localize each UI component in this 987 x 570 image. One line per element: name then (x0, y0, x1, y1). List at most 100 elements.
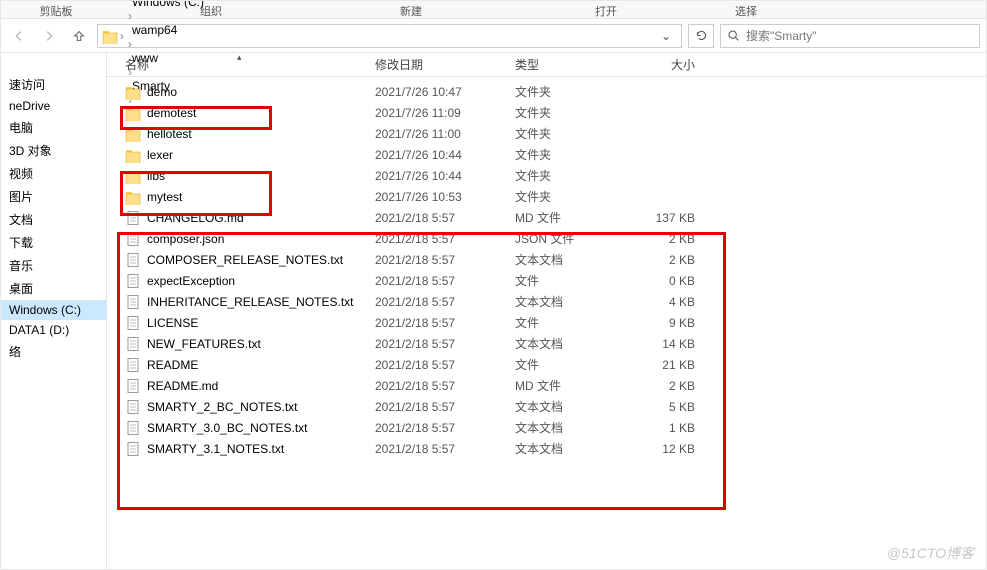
file-row[interactable]: LICENSE2021/2/18 5:57文件9 KB (107, 312, 986, 333)
nav-item[interactable]: 电脑 (1, 116, 106, 139)
col-size[interactable]: 大小 (627, 56, 707, 73)
col-type[interactable]: 类型 (515, 56, 627, 73)
file-date: 2021/7/26 10:44 (375, 148, 515, 162)
address-dropdown-button[interactable]: ⌄ (655, 29, 677, 43)
nav-forward-button[interactable] (37, 24, 61, 48)
file-size: 4 KB (627, 295, 707, 309)
address-bar[interactable]: › 此电脑›Windows (C:)›wamp64›www›Smarty› ⌄ (97, 24, 682, 48)
search-placeholder: 搜索"Smarty" (746, 27, 817, 44)
nav-item[interactable]: 桌面 (1, 277, 106, 300)
file-size: 0 KB (627, 274, 707, 288)
file-type: 文件夹 (515, 83, 627, 100)
nav-item[interactable]: 速访问 (1, 73, 106, 96)
file-icon (125, 399, 141, 415)
file-date: 2021/2/18 5:57 (375, 400, 515, 414)
folder-icon (125, 105, 141, 121)
file-row[interactable]: README.md2021/2/18 5:57MD 文件2 KB (107, 375, 986, 396)
file-row[interactable]: INHERITANCE_RELEASE_NOTES.txt2021/2/18 5… (107, 291, 986, 312)
nav-item[interactable]: 图片 (1, 185, 106, 208)
file-name: mytest (147, 190, 182, 204)
file-type: 文本文档 (515, 440, 627, 457)
file-name: NEW_FEATURES.txt (147, 337, 261, 351)
breadcrumb-item[interactable]: Windows (C:) (126, 0, 210, 9)
nav-back-button[interactable] (7, 24, 31, 48)
file-name: README (147, 358, 198, 372)
address-bar-row: › 此电脑›Windows (C:)›wamp64›www›Smarty› ⌄ … (1, 19, 986, 53)
file-size: 2 KB (627, 253, 707, 267)
file-type: MD 文件 (515, 377, 627, 394)
file-type: 文本文档 (515, 419, 627, 436)
nav-tree[interactable]: 速访问neDrive电脑3D 对象视频图片文档下载音乐桌面Windows (C:… (1, 53, 107, 570)
chevron-right-icon: › (118, 29, 126, 43)
nav-item[interactable]: 络 (1, 340, 106, 363)
file-icon (125, 441, 141, 457)
file-name: hellotest (147, 127, 192, 141)
nav-item[interactable]: 3D 对象 (1, 139, 106, 162)
col-date[interactable]: 修改日期 (375, 56, 515, 73)
ribbon-open: 打开 (511, 1, 701, 18)
nav-item[interactable]: DATA1 (D:) (1, 320, 106, 340)
file-row[interactable]: SMARTY_2_BC_NOTES.txt2021/2/18 5:57文本文档5… (107, 396, 986, 417)
file-row[interactable]: hellotest 2021/7/26 11:00文件夹 (107, 123, 986, 144)
file-type: 文本文档 (515, 293, 627, 310)
file-icon (125, 315, 141, 331)
file-row[interactable]: COMPOSER_RELEASE_NOTES.txt2021/2/18 5:57… (107, 249, 986, 270)
file-row[interactable]: SMARTY_3.1_NOTES.txt2021/2/18 5:57文本文档12… (107, 438, 986, 459)
file-row[interactable]: README2021/2/18 5:57文件21 KB (107, 354, 986, 375)
file-row[interactable]: expectException2021/2/18 5:57文件0 KB (107, 270, 986, 291)
file-type: 文本文档 (515, 335, 627, 352)
column-headers[interactable]: ▴ 名称 修改日期 类型 大小 (107, 53, 986, 77)
folder-icon (125, 147, 141, 163)
nav-item[interactable]: 视频 (1, 162, 106, 185)
folder-icon (125, 189, 141, 205)
file-icon (125, 378, 141, 394)
file-icon (125, 420, 141, 436)
file-size: 1 KB (627, 421, 707, 435)
file-name: libs (147, 169, 165, 183)
file-date: 2021/7/26 11:00 (375, 127, 515, 141)
file-name: demotest (147, 106, 196, 120)
file-row[interactable]: NEW_FEATURES.txt 2021/2/18 5:57文本文档14 KB (107, 333, 986, 354)
file-date: 2021/7/26 10:53 (375, 190, 515, 204)
file-type: 文件夹 (515, 146, 627, 163)
file-row[interactable]: libs2021/7/26 10:44文件夹 (107, 165, 986, 186)
file-type: 文本文档 (515, 251, 627, 268)
file-icon (125, 252, 141, 268)
file-size: 21 KB (627, 358, 707, 372)
file-name: README.md (147, 379, 218, 393)
file-size: 12 KB (627, 442, 707, 456)
file-row[interactable]: lexer2021/7/26 10:44文件夹 (107, 144, 986, 165)
file-date: 2021/2/18 5:57 (375, 337, 515, 351)
nav-item[interactable]: 下载 (1, 231, 106, 254)
nav-item[interactable]: neDrive (1, 96, 106, 116)
nav-up-button[interactable] (67, 24, 91, 48)
chevron-right-icon: › (126, 9, 134, 23)
file-size: 137 KB (627, 211, 707, 225)
nav-item[interactable]: 文档 (1, 208, 106, 231)
file-date: 2021/2/18 5:57 (375, 232, 515, 246)
nav-item[interactable]: 音乐 (1, 254, 106, 277)
breadcrumb-item[interactable]: wamp64 (126, 23, 210, 37)
search-input[interactable]: 搜索"Smarty" (720, 24, 980, 48)
file-row[interactable]: demotest2021/7/26 11:09文件夹 (107, 102, 986, 123)
refresh-button[interactable] (688, 24, 714, 48)
file-row[interactable]: SMARTY_3.0_BC_NOTES.txt2021/2/18 5:57文本文… (107, 417, 986, 438)
file-row[interactable]: mytest2021/7/26 10:53文件夹 (107, 186, 986, 207)
file-row[interactable]: composer.json2021/2/18 5:57JSON 文件2 KB (107, 228, 986, 249)
col-name[interactable]: 名称 (125, 56, 375, 73)
file-type: 文件夹 (515, 125, 627, 142)
file-date: 2021/2/18 5:57 (375, 442, 515, 456)
file-name: LICENSE (147, 316, 198, 330)
file-row[interactable]: CHANGELOG.md2021/2/18 5:57MD 文件137 KB (107, 207, 986, 228)
nav-item[interactable]: Windows (C:) (1, 300, 106, 320)
file-date: 2021/7/26 10:44 (375, 169, 515, 183)
file-date: 2021/7/26 10:47 (375, 85, 515, 99)
file-size: 14 KB (627, 337, 707, 351)
file-date: 2021/2/18 5:57 (375, 253, 515, 267)
file-date: 2021/2/18 5:57 (375, 274, 515, 288)
file-row[interactable]: demo2021/7/26 10:47文件夹 (107, 81, 986, 102)
file-date: 2021/2/18 5:57 (375, 421, 515, 435)
file-name: composer.json (147, 232, 224, 246)
folder-icon (125, 84, 141, 100)
folder-icon (125, 126, 141, 142)
